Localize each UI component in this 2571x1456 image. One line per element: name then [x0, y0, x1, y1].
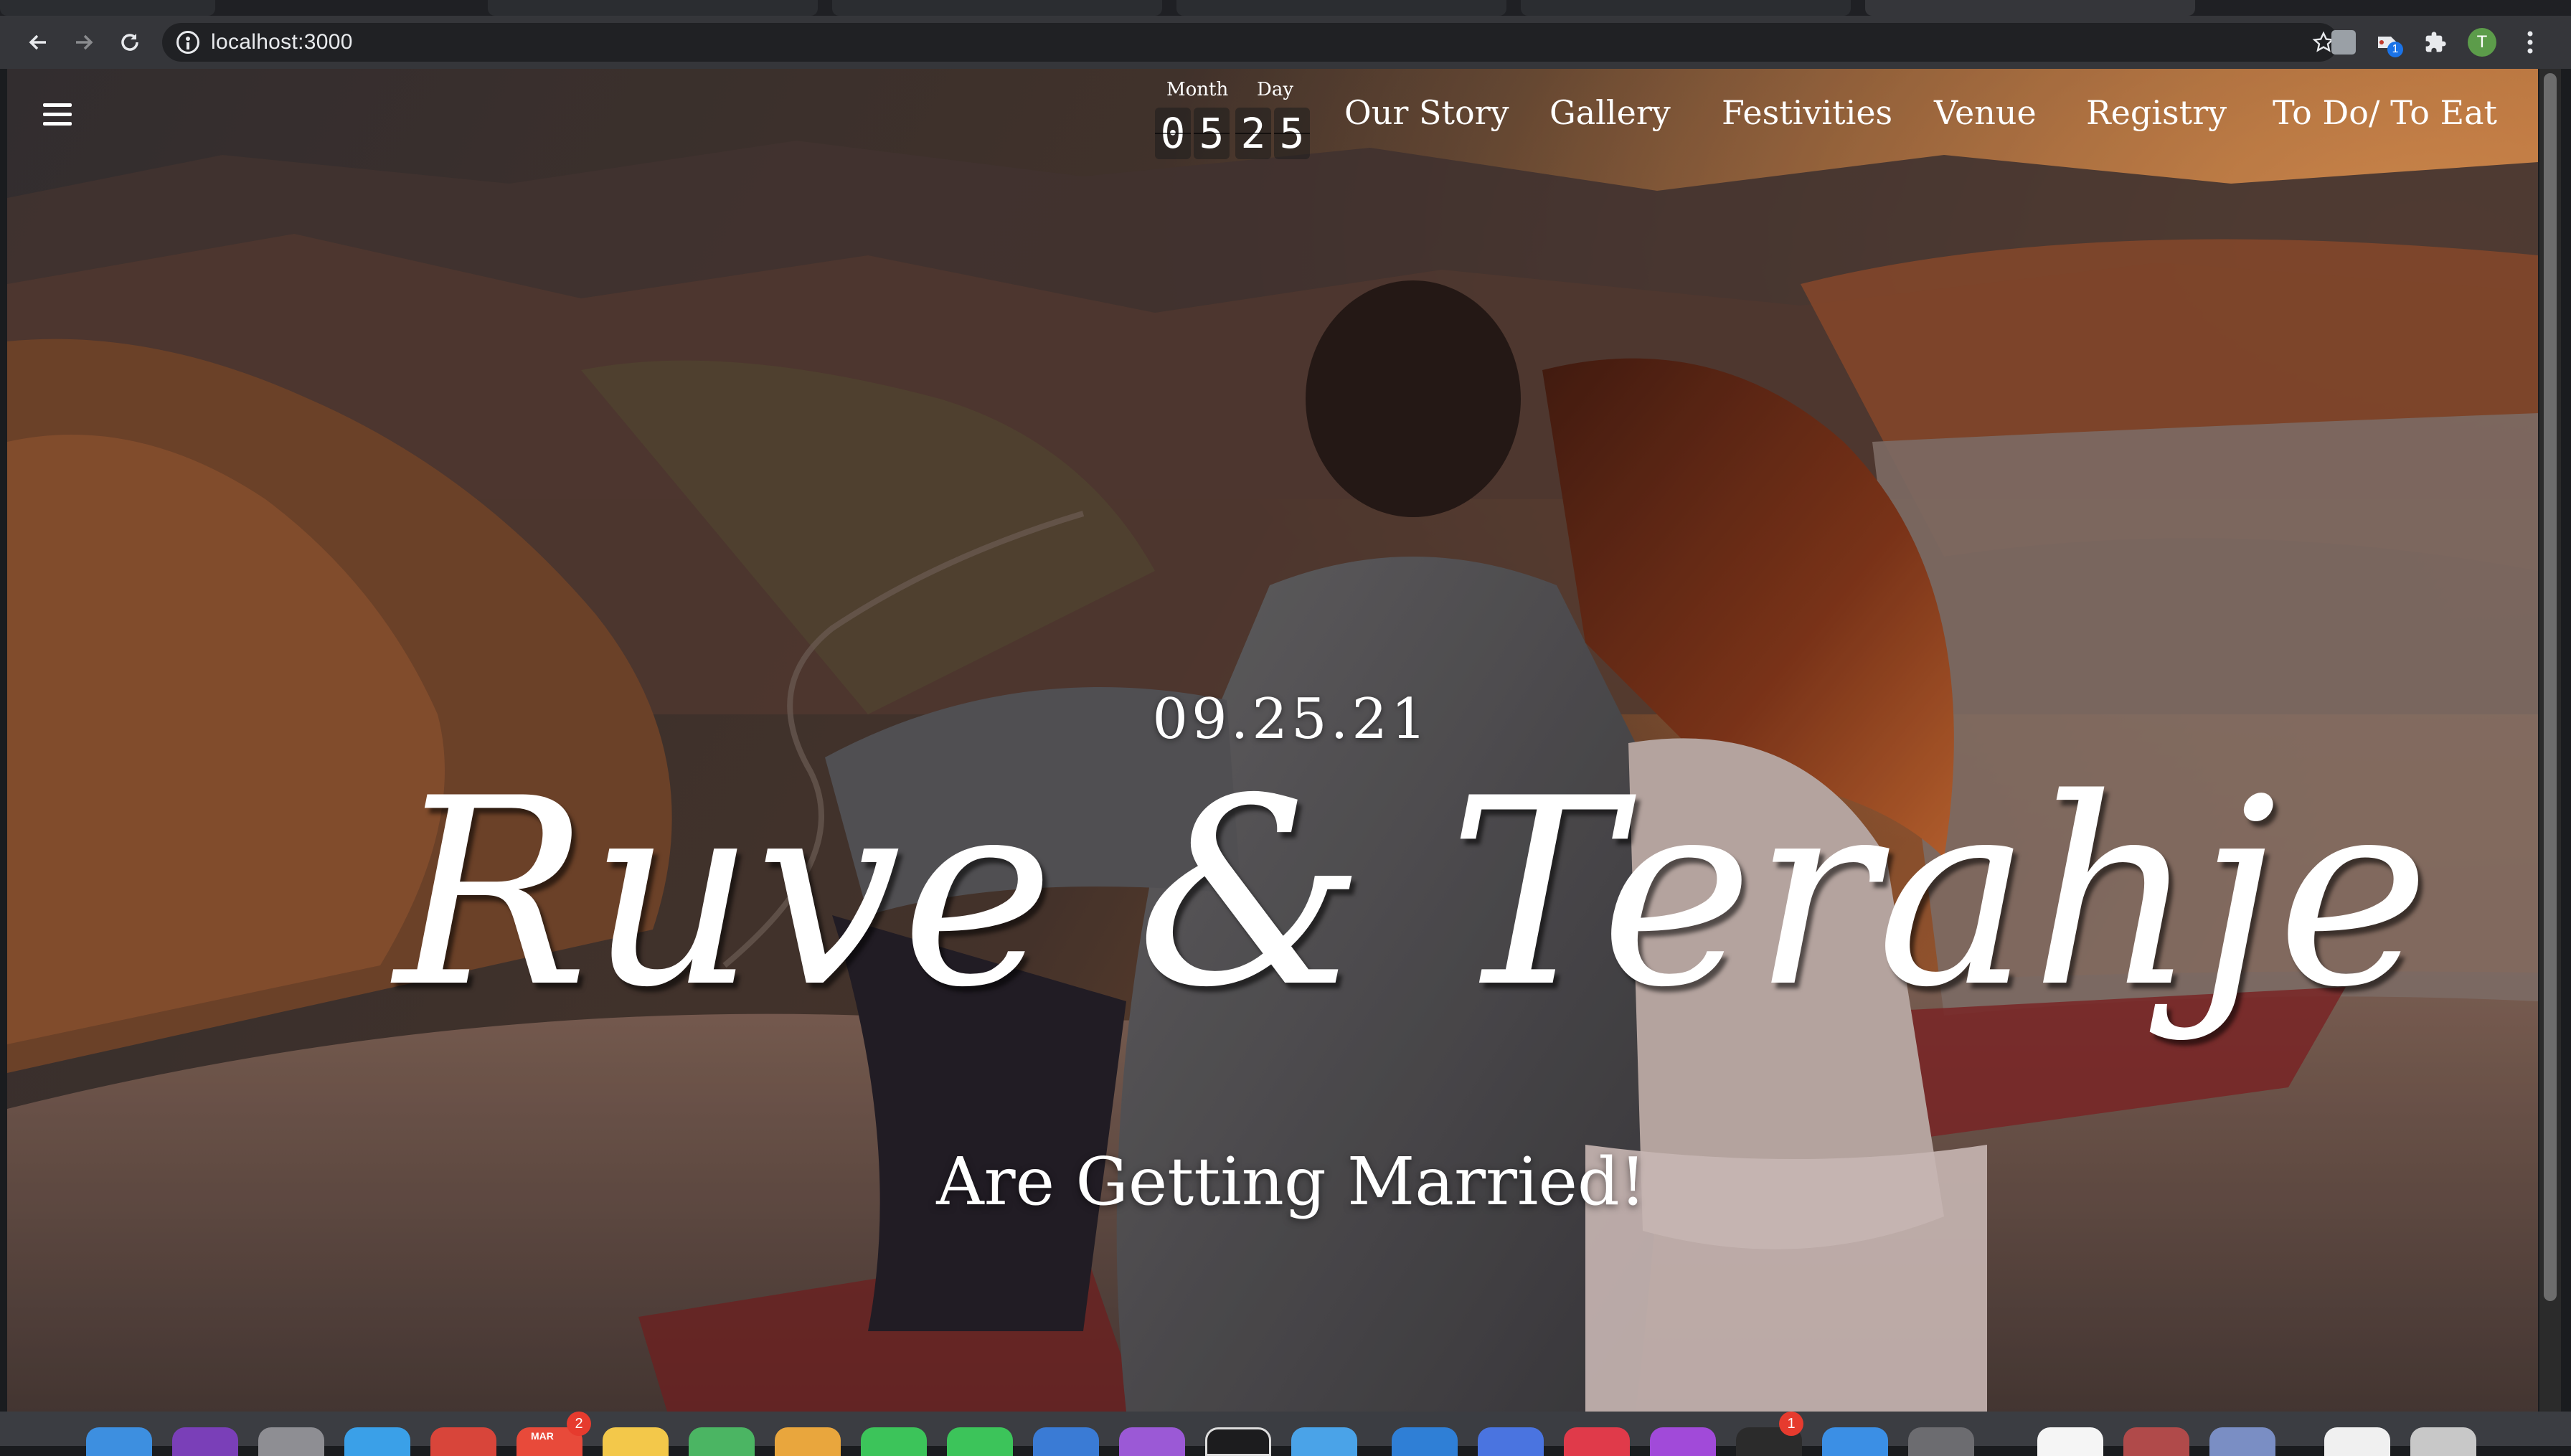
calendar-month: MAR	[531, 1430, 554, 1442]
countdown-day-label: Day	[1257, 79, 1294, 100]
app-icon[interactable]	[2324, 1427, 2390, 1456]
couple-names: Ruve & Terahje	[395, 743, 2430, 1044]
nav-to-do-to-eat[interactable]: To Do/ To Eat	[2273, 93, 2497, 132]
date-countdown: Month Day 0 5 2 5	[1148, 79, 1313, 159]
podcasts-icon[interactable]	[172, 1427, 238, 1456]
page-scrollbar[interactable]	[2539, 69, 2561, 1412]
nav-registry[interactable]: Registry	[2086, 93, 2227, 132]
launchpad-icon[interactable]	[258, 1427, 324, 1456]
page-viewport: Month Day 0 5 2 5 Our Story Gallery Fest…	[7, 69, 2538, 1412]
folder-icon[interactable]	[2209, 1427, 2275, 1456]
address-bar[interactable]: localhost:3000	[162, 23, 2339, 62]
browser-tab[interactable]	[1176, 0, 1506, 16]
reload-icon[interactable]	[113, 26, 146, 59]
appstore-icon[interactable]	[1822, 1427, 1888, 1456]
arrow-right-icon[interactable]	[67, 26, 100, 59]
info-icon[interactable]	[176, 31, 199, 54]
browser-tab[interactable]	[832, 0, 1162, 16]
browser-tab[interactable]	[1521, 0, 1851, 16]
nav-festivities[interactable]: Festivities	[1722, 93, 1892, 132]
hamburger-icon[interactable]	[43, 103, 75, 128]
countdown-digit: 5	[1194, 108, 1230, 159]
puzzle-icon[interactable]	[2419, 26, 2452, 59]
browser-tab-active[interactable]	[1865, 0, 2195, 16]
zoom-icon[interactable]	[1478, 1427, 1544, 1456]
maps-icon[interactable]	[689, 1427, 755, 1456]
countdown-digit: 0	[1155, 108, 1191, 159]
countdown-month-label: Month	[1166, 79, 1229, 100]
app-icon[interactable]	[430, 1427, 496, 1456]
macos-dock: MAR 2 1	[0, 1412, 2571, 1456]
nav-venue[interactable]: Venue	[1934, 93, 2037, 132]
countdown-digit: 5	[1274, 108, 1310, 159]
app-icon[interactable]	[1564, 1427, 1630, 1456]
browser-toolbar: localhost:3000 1 T	[0, 16, 2571, 69]
browser-tab[interactable]	[488, 0, 818, 16]
terminal-icon[interactable]	[1205, 1427, 1271, 1456]
scrollbar-thumb[interactable]	[2544, 73, 2557, 1301]
more-vertical-icon[interactable]	[2514, 26, 2547, 59]
finder-icon[interactable]	[86, 1427, 152, 1456]
notification-badge: 2	[567, 1412, 591, 1436]
extension-icon[interactable]	[2327, 26, 2360, 59]
extension-badge: 1	[2387, 42, 2403, 57]
app-icon[interactable]	[1650, 1427, 1716, 1456]
notification-badge: 1	[1779, 1412, 1803, 1436]
nav-our-story[interactable]: Our Story	[1344, 93, 1509, 132]
extension-icon[interactable]: 1	[2372, 26, 2405, 59]
hero-tagline: Are Getting Married!	[936, 1143, 1646, 1220]
mail-icon[interactable]	[1033, 1427, 1099, 1456]
app-icon[interactable]	[1119, 1427, 1185, 1456]
safari-icon[interactable]	[344, 1427, 410, 1456]
countdown-digit: 2	[1235, 108, 1271, 159]
hero-section: Month Day 0 5 2 5 Our Story Gallery Fest…	[7, 69, 2538, 1412]
nav-gallery[interactable]: Gallery	[1549, 93, 1671, 132]
tab-strip	[0, 0, 2571, 16]
app-icon[interactable]	[1291, 1427, 1357, 1456]
app-icon[interactable]	[2123, 1427, 2189, 1456]
browser-tab[interactable]	[0, 0, 215, 16]
notes-icon[interactable]	[603, 1427, 669, 1456]
profile-avatar[interactable]: T	[2468, 28, 2496, 57]
app-icon[interactable]	[1908, 1427, 1974, 1456]
arrow-left-icon[interactable]	[22, 26, 55, 59]
wedding-date: 09.25.21	[1152, 687, 1430, 752]
vscode-icon[interactable]	[1392, 1427, 1458, 1456]
chrome-icon[interactable]	[2037, 1427, 2103, 1456]
url-text[interactable]: localhost:3000	[211, 30, 353, 55]
facetime-icon[interactable]	[947, 1427, 1013, 1456]
photos-icon[interactable]	[775, 1427, 841, 1456]
messages-icon[interactable]	[861, 1427, 927, 1456]
trash-icon[interactable]	[2410, 1427, 2476, 1456]
